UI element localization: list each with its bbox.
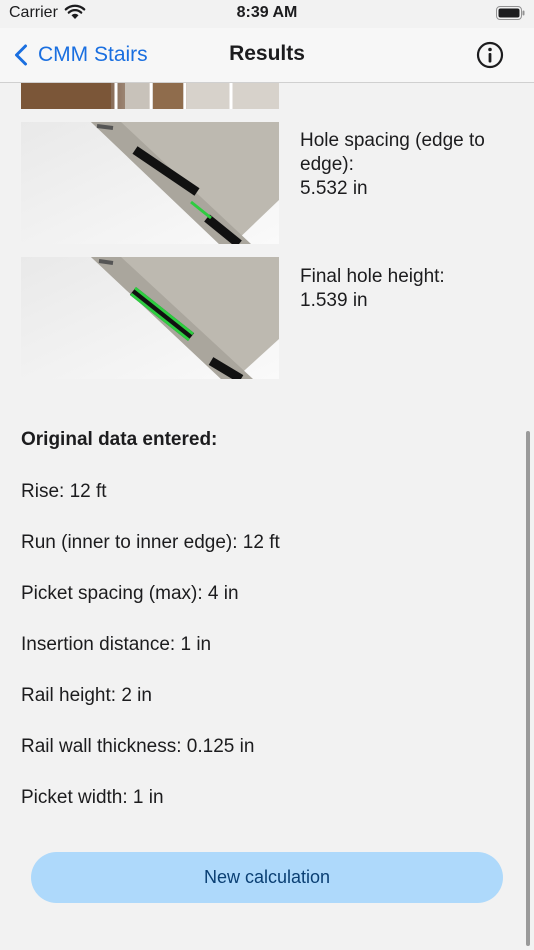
- rail-wall-thickness-value: Rail wall thickness: 0.125 in: [21, 736, 255, 757]
- clock-time: 8:39 AM: [236, 4, 298, 21]
- navigation-bar: CMM Stairs Results: [0, 28, 534, 83]
- scrollbar[interactable]: [526, 431, 530, 946]
- hole-height-result: Final hole height: 1.539 in: [300, 266, 445, 311]
- hole-spacing-diagram: [21, 122, 279, 244]
- picket-spacing-value: Picket spacing (max): 4 in: [21, 583, 239, 604]
- back-button[interactable]: CMM Stairs: [14, 40, 148, 70]
- insertion-distance-value: Insertion distance: 1 in: [21, 634, 212, 655]
- back-button-label: CMM Stairs: [38, 43, 148, 66]
- rail-height-value: Rail height: 2 in: [21, 685, 152, 706]
- hole-spacing-result: Hole spacing (edge to edge): 5.532 in: [300, 130, 485, 199]
- run-value: Run (inner to inner edge): 12 ft: [21, 532, 280, 553]
- results-content[interactable]: Hole spacing (edge to edge): 5.532 in Fi…: [0, 83, 534, 950]
- new-calculation-button[interactable]: New calculation: [31, 852, 503, 903]
- info-icon[interactable]: [475, 40, 505, 70]
- original-data-heading: Original data entered:: [21, 429, 218, 450]
- chevron-left-icon: [15, 44, 27, 66]
- staircase-image: [21, 83, 279, 109]
- picket-width-value: Picket width: 1 in: [21, 787, 164, 808]
- battery-icon: [496, 6, 525, 20]
- status-bar: Carrier 8:39 AM: [0, 0, 534, 28]
- hole-height-diagram: [21, 257, 279, 379]
- rise-value: Rise: 12 ft: [21, 481, 107, 502]
